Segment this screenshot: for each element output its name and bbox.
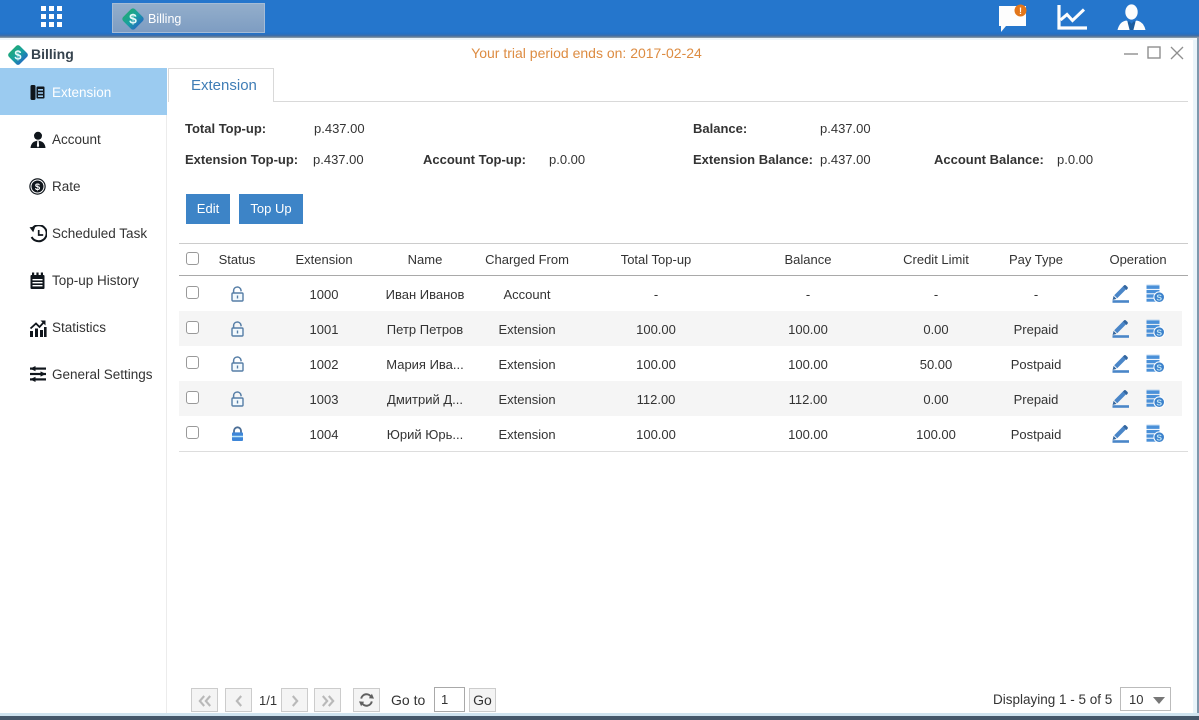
svg-text:S: S [1156, 362, 1162, 372]
svg-text:$: $ [35, 182, 41, 193]
svg-text:S: S [1156, 327, 1162, 337]
svg-text:S: S [1156, 432, 1162, 442]
svg-text:S: S [1156, 397, 1162, 407]
svg-text:S: S [1156, 292, 1162, 302]
svg-text:$: $ [129, 11, 137, 27]
svg-text:!: ! [1019, 6, 1022, 16]
